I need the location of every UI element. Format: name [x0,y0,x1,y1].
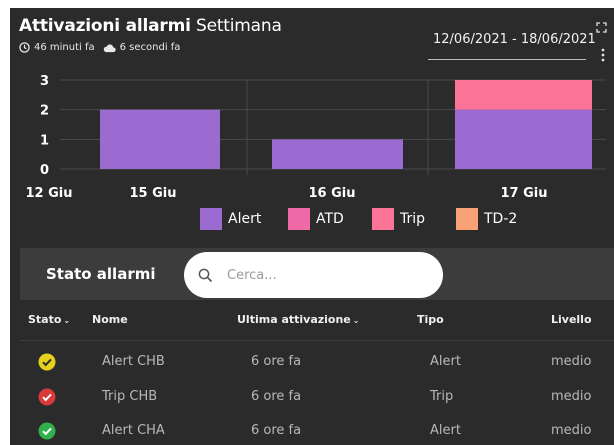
table-row[interactable]: Alert CHB 6 ore fa Alert medio [20,345,614,379]
x-tick-label: 16 Giu [309,186,356,201]
table-header-bar: Stato allarmi [20,248,614,300]
y-tick-label: 3 [40,74,49,89]
bar-alert [272,139,403,169]
search-box[interactable] [184,252,443,298]
row-level: medio [551,389,592,404]
bar-alert [455,109,592,169]
row-last-activation: 6 ore fa [251,389,302,404]
col-header-nome[interactable]: Nome [92,313,128,326]
col-label: Livello [551,313,592,326]
y-tick-label: 1 [40,133,49,148]
sort-caret-icon: ⌄ [63,316,71,325]
update-info: 46 minuti fa 6 secondi fa [19,42,180,53]
date-range-picker[interactable]: 12/06/2021 - 18/06/2021 [428,29,596,60]
legend-item-alert[interactable]: Alert [200,208,261,230]
row-level: medio [551,423,592,438]
legend-swatch [200,208,222,230]
col-label: Tipo [417,313,444,326]
table-row[interactable]: Alert CHA 6 ore fa Alert medio [20,414,614,445]
legend-swatch [456,208,478,230]
col-label: Nome [92,313,128,326]
col-header-stato[interactable]: Stato ⌄ [28,313,70,326]
row-last-activation: 6 ore fa [251,354,302,369]
row-name: Alert CHB [102,354,165,369]
legend-item-trip[interactable]: Trip [372,208,425,230]
table-title: Stato allarmi [46,265,156,283]
title-period: Settimana [195,16,282,36]
bar-alert [100,109,220,169]
legend-label: Trip [400,211,426,227]
legend-label: ATD [316,211,344,227]
y-tick-label: 2 [40,104,49,119]
row-name: Trip CHB [102,389,158,404]
search-input[interactable] [227,267,407,283]
synced-ago: 6 secondi fa [119,42,181,53]
row-type: Trip [430,389,454,404]
updated-ago: 46 minuti fa [34,42,95,53]
red-check-icon [38,388,56,406]
search-icon [198,268,213,282]
y-tick-label: 0 [40,163,49,178]
col-header-ultima-attivazione[interactable]: Ultima attivazione ⌄ [237,313,359,326]
x-tick-label: 17 Giu [501,186,548,201]
widget-title: Attivazioni allarmi Settimana [19,16,282,36]
header-divider [20,340,614,341]
expand-icon[interactable] [596,22,607,33]
legend-label: Alert [228,211,262,227]
row-type: Alert [430,423,461,438]
legend-item-td2[interactable]: TD-2 [456,208,517,230]
more-options-icon[interactable] [601,48,605,62]
green-check-icon [38,422,56,440]
clock-icon [19,42,30,53]
legend-swatch [288,208,310,230]
bar-trip [455,80,592,110]
alarms-chart: 0 1 2 3 12 Giu 15 Giu 16 Giu 17 Giu [26,74,606,201]
alarms-widget: Attivazioni allarmi Settimana 46 minuti … [10,8,614,445]
row-type: Alert [430,354,461,369]
row-level: medio [551,354,592,369]
legend-label: TD-2 [484,211,518,227]
col-header-livello[interactable]: Livello [551,313,592,326]
row-name: Alert CHA [102,423,165,438]
legend-item-atd[interactable]: ATD [288,208,344,230]
x-tick-label: 15 Giu [130,186,177,201]
x-tick-label: 12 Giu [26,186,73,201]
row-last-activation: 6 ore fa [251,423,302,438]
table-row[interactable]: Trip CHB 6 ore fa Trip medio [20,380,614,414]
legend-swatch [372,208,394,230]
col-label: Stato [28,313,62,326]
cloud-icon [103,44,116,52]
yellow-check-icon [38,353,56,371]
col-label: Ultima attivazione [237,313,351,326]
sort-caret-icon: ⌄ [352,316,360,325]
col-header-tipo[interactable]: Tipo [417,313,444,326]
title-bold: Attivazioni allarmi [19,16,191,36]
